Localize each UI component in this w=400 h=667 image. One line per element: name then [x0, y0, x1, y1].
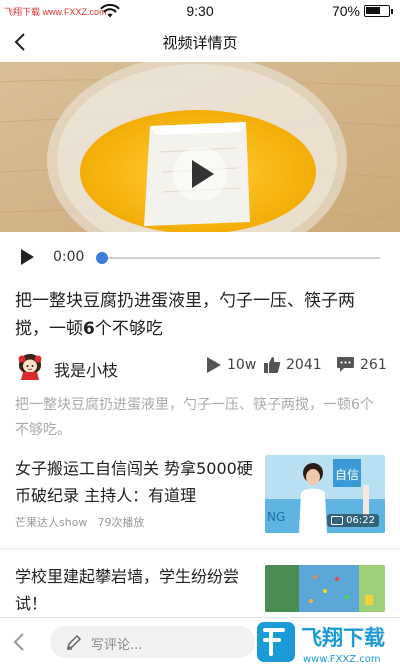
related-video-thumbnail[interactable]: 自信 NG 06:22 — [265, 455, 385, 533]
like-count: 2041 — [286, 357, 322, 373]
related-video-title: 学校里建起攀岩墙，学生纷纷尝试！ — [15, 567, 240, 612]
pencil-icon — [66, 634, 82, 650]
related-video-title: 女子搬运工自信闯关 势拿5000硬币破纪录 主持人：有道理 — [15, 459, 253, 505]
player-controls: 0:00 — [0, 232, 400, 282]
thumbnail-image — [265, 565, 385, 612]
play-count-icon — [207, 357, 221, 373]
duration-badge: 06:22 — [327, 514, 379, 527]
related-video-thumbnail[interactable] — [265, 565, 385, 612]
svg-text:飞翔下载: 飞翔下载 — [301, 626, 385, 650]
svg-text:NG: NG — [267, 510, 285, 524]
bottom-bar: 写评论... 飞翔下载 www.FXXZ.com — [0, 617, 400, 667]
play-icon[interactable] — [18, 248, 36, 266]
play-count: 10w — [206, 356, 256, 374]
cartoon-avatar-icon[interactable] — [17, 353, 43, 381]
bottom-back-button[interactable] — [6, 629, 32, 655]
nav-bar: 视频详情页 — [0, 22, 400, 62]
battery-level — [366, 7, 380, 14]
author-row: 我是小枝 10w 2041 261 — [0, 350, 400, 384]
related-video-item[interactable]: 女子搬运工自信闯关 势拿5000硬币破纪录 主持人：有道理 芒果达人show 79… — [0, 452, 400, 544]
video-badge-icon — [331, 516, 344, 525]
back-chevron-icon — [13, 633, 24, 651]
divider — [0, 548, 400, 549]
video-description: 把一整块豆腐扔进蛋液里，勺子一压、筷子两搅，一顿6个不够吃。 — [15, 397, 374, 438]
progress-track[interactable] — [96, 252, 380, 264]
video-player[interactable] — [0, 62, 400, 232]
current-time: 0:00 — [53, 249, 85, 265]
progress-handle[interactable] — [96, 252, 108, 264]
related-video-meta: 芒果达人show 79次播放 — [15, 514, 144, 530]
comment-input[interactable]: 写评论... — [50, 626, 255, 658]
brand-logo-icon: 飞翔下载 www.FXXZ.com — [257, 622, 385, 665]
duration-text: 06:22 — [346, 515, 375, 526]
battery-percentage: 70% — [331, 3, 360, 19]
related-video-item[interactable]: 学校里建起攀岩墙，学生纷纷尝试！ — [0, 560, 400, 612]
comment-button[interactable]: 261 — [336, 356, 387, 373]
svg-text:www.FXXZ.com: www.FXXZ.com — [303, 654, 381, 665]
comment-count: 261 — [360, 356, 387, 373]
thumbs-up-icon — [264, 357, 281, 373]
play-count-value: 10w — [227, 357, 257, 373]
comment-icon — [337, 357, 354, 372]
video-title: 把一整块豆腐扔进蛋液里，勺子一压、筷子两搅，一顿6个不够吃 — [15, 291, 355, 339]
video-frame — [0, 62, 400, 232]
battery-icon — [364, 5, 393, 17]
thumbnail-text: 自信 — [335, 468, 359, 482]
like-button[interactable]: 2041 — [263, 356, 322, 374]
status-bar: 飞翔下载 www.FXXZ.com 9:30 70% — [0, 0, 400, 22]
comment-placeholder: 写评论... — [91, 638, 143, 653]
page-title: 视频详情页 — [162, 34, 238, 52]
related-video-plays: 79次播放 — [97, 516, 145, 529]
author-name[interactable]: 我是小枝 — [54, 357, 118, 381]
related-video-source: 芒果达人show — [15, 516, 88, 529]
